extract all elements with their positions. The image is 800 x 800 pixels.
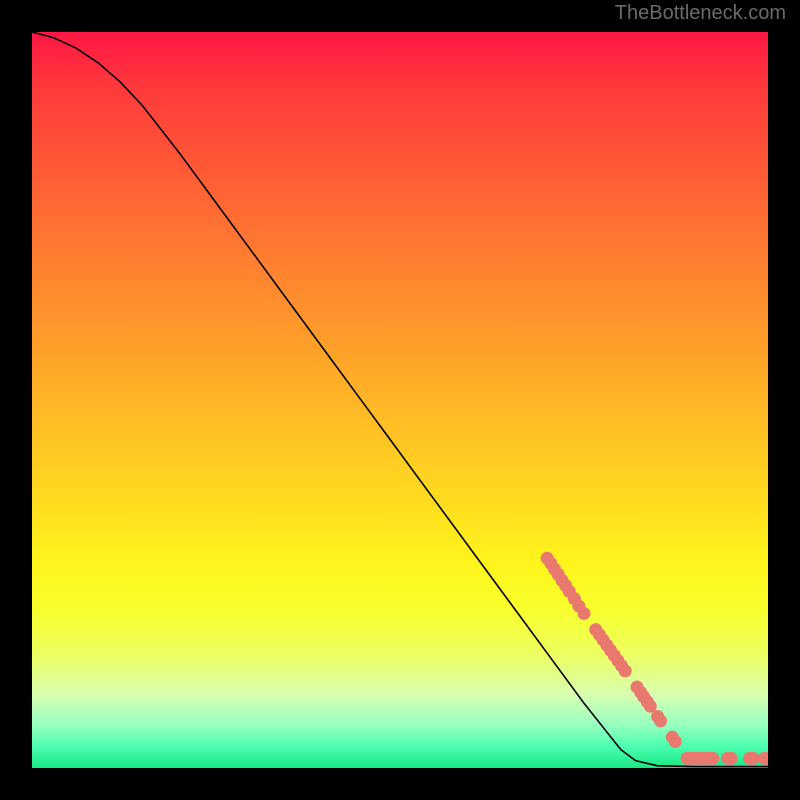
chart-overlay xyxy=(32,32,768,768)
attribution-text: TheBottleneck.com xyxy=(615,2,786,25)
data-marker xyxy=(669,735,682,748)
data-marker xyxy=(619,664,632,677)
curve-line xyxy=(32,32,768,767)
plot-area xyxy=(32,32,768,768)
data-markers xyxy=(541,552,768,765)
data-marker xyxy=(578,607,591,620)
data-marker xyxy=(654,714,667,727)
data-marker xyxy=(725,752,738,765)
data-marker xyxy=(706,752,719,765)
